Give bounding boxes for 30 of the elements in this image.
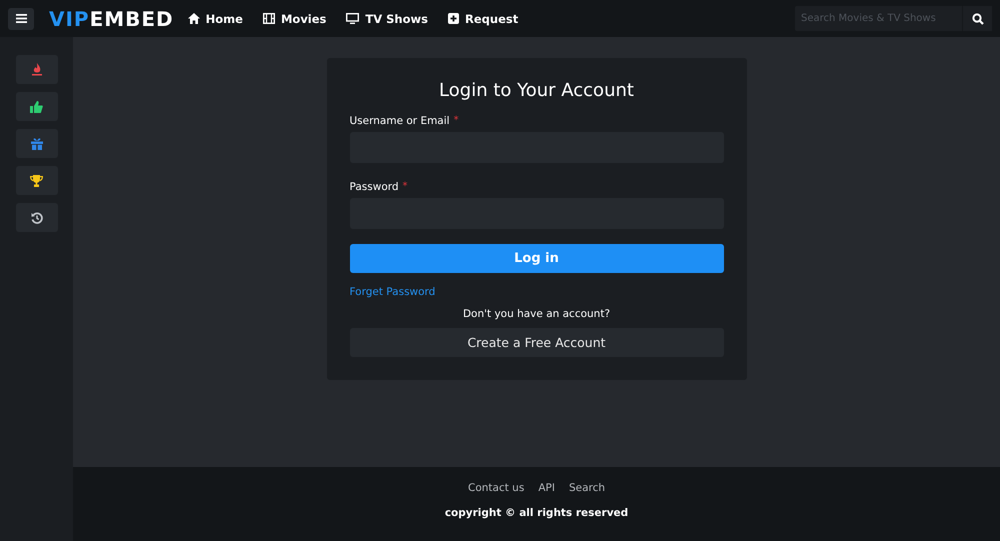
monitor-icon	[346, 13, 360, 24]
footer-link[interactable]: Search	[568, 482, 606, 494]
sidebar-button[interactable]	[16, 166, 58, 195]
home-icon	[188, 13, 200, 24]
nav-link[interactable]: Movies	[262, 12, 326, 26]
nav-link[interactable]: Request	[448, 12, 518, 26]
film-icon	[262, 13, 275, 24]
field-label: Username or Email	[350, 115, 450, 127]
footer-link[interactable]: API	[538, 482, 555, 494]
sidebar-button[interactable]	[16, 129, 58, 158]
plus-icon	[448, 13, 459, 24]
required-mark: *	[402, 181, 408, 192]
copyright-text: copyright © all rights reserved	[444, 507, 628, 519]
forgot-password-link[interactable]: Forget Password	[350, 286, 724, 298]
menu-icon	[16, 14, 26, 23]
sidebar-button[interactable]	[16, 55, 58, 84]
login-title: Login to Your Account	[438, 80, 635, 101]
create-account-button[interactable]: Create a Free Account	[350, 328, 724, 357]
footer-link[interactable]: Contact us	[468, 482, 524, 494]
sidebar-button[interactable]	[16, 92, 58, 121]
field-label: Password	[350, 181, 399, 193]
logo[interactable]: VIPEMBED	[49, 6, 174, 30]
sidebar-button[interactable]	[16, 203, 58, 232]
search-button[interactable]	[962, 6, 992, 31]
signup-prompt: Don't you have an account?	[462, 308, 612, 320]
nav-link[interactable]: Home	[188, 12, 243, 26]
required-mark: *	[454, 115, 459, 126]
menu-button[interactable]	[8, 8, 34, 30]
search-icon	[972, 12, 984, 24]
nav-link[interactable]: TV Shows	[346, 12, 428, 26]
